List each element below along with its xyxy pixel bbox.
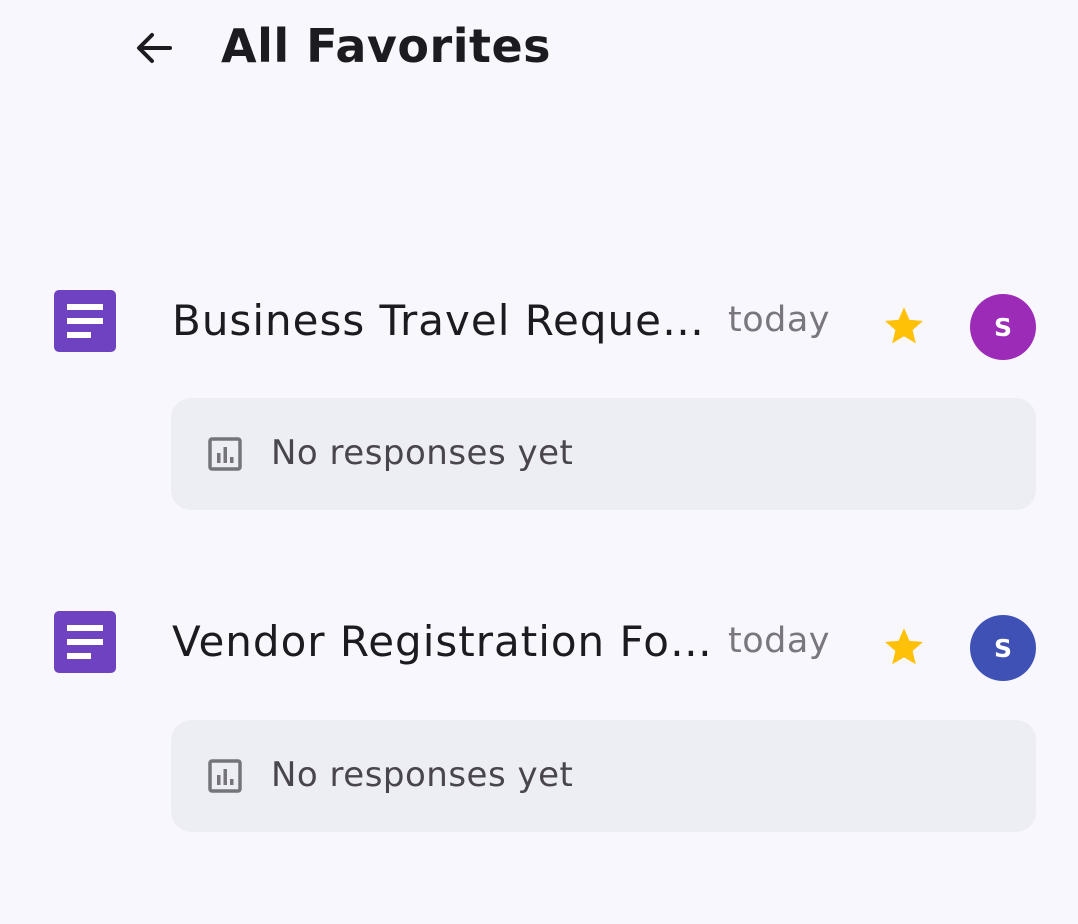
response-summary-card[interactable]: No responses yet — [171, 398, 1036, 510]
form-title[interactable]: Vendor Registration Fo… — [172, 616, 724, 668]
favorite-star-button[interactable] — [872, 294, 936, 358]
owner-avatar[interactable]: S — [970, 294, 1036, 360]
form-modified-date: today — [728, 300, 831, 340]
arrow-back-icon — [137, 33, 172, 63]
star-icon — [885, 307, 923, 344]
star-icon — [885, 628, 923, 665]
form-title[interactable]: Business Travel Reque… — [172, 295, 724, 347]
form-list-item[interactable]: Business Travel Reque… today S — [0, 261, 1078, 361]
favorite-star-button[interactable] — [872, 615, 936, 679]
form-document-icon — [54, 611, 116, 673]
form-modified-date: today — [728, 621, 831, 661]
bar-chart-icon — [208, 437, 242, 471]
responses-label: No responses yet — [271, 755, 574, 795]
form-list-item[interactable]: Vendor Registration Fo… today S — [0, 582, 1078, 682]
response-summary-card[interactable]: No responses yet — [171, 720, 1036, 832]
form-document-icon — [54, 290, 116, 352]
back-button[interactable] — [126, 20, 182, 76]
owner-avatar[interactable]: S — [970, 615, 1036, 681]
bar-chart-icon — [208, 759, 242, 793]
app-bar: All Favorites — [0, 0, 1078, 96]
responses-label: No responses yet — [271, 433, 574, 473]
page-title: All Favorites — [221, 19, 552, 73]
